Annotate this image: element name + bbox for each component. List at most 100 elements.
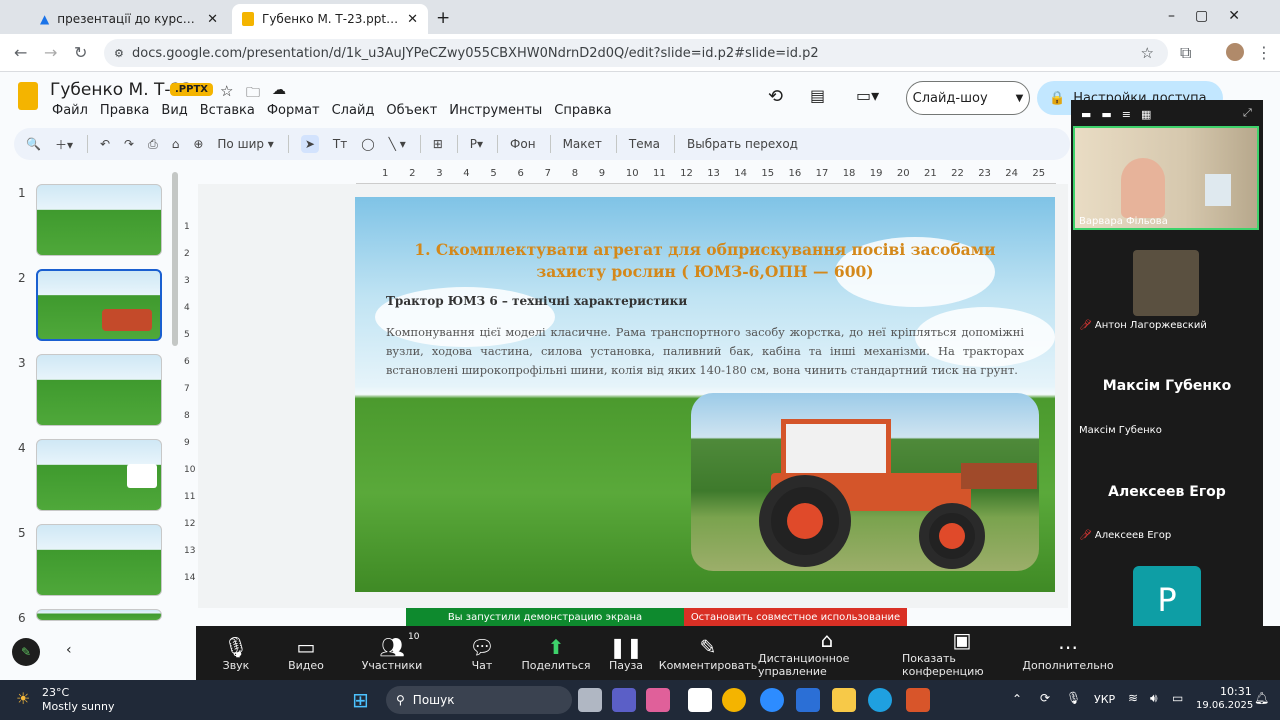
participant-video[interactable]: Варвара Фільова bbox=[1073, 126, 1259, 230]
pause-button[interactable]: ❚❚ Пауза bbox=[586, 626, 666, 680]
paint-format-icon[interactable]: ⌂ bbox=[172, 137, 180, 151]
show-meeting-button[interactable]: ▣ Показать конференцию bbox=[902, 626, 1022, 680]
menu-file[interactable]: Файл bbox=[46, 103, 94, 118]
chat-button[interactable]: 💬︎ Чат bbox=[442, 626, 522, 680]
search-icon[interactable]: 🔍 bbox=[26, 137, 41, 151]
redo-icon[interactable]: ↷ bbox=[124, 137, 134, 151]
sync-icon[interactable]: ⟳ bbox=[1040, 691, 1050, 705]
extensions-icon[interactable]: ⧉ bbox=[1180, 43, 1191, 63]
view-toggle-icons[interactable]: ▬▬≡▦ bbox=[1081, 108, 1161, 121]
stop-share-button[interactable]: Остановить совместное использование bbox=[684, 608, 907, 626]
audio-button[interactable]: 🎙︎ Звук bbox=[196, 626, 276, 680]
layout-button[interactable]: Макет bbox=[563, 137, 602, 151]
language-indicator[interactable]: УКР bbox=[1094, 693, 1115, 706]
profile-avatar[interactable] bbox=[1226, 43, 1244, 61]
teams-icon[interactable] bbox=[612, 688, 636, 712]
slide-thumbnail[interactable] bbox=[36, 524, 162, 596]
comment-add-icon[interactable]: ⊞ bbox=[433, 137, 443, 151]
chevron-up-icon[interactable]: ⌃ bbox=[1012, 692, 1022, 706]
zoom-select[interactable]: По шир ▾ bbox=[217, 137, 273, 151]
volume-icon[interactable]: 🔊︎ bbox=[1150, 691, 1158, 706]
print-icon[interactable]: ⎙ bbox=[148, 137, 158, 152]
palette-icon[interactable]: P▾ bbox=[470, 137, 483, 151]
slides-logo-icon[interactable] bbox=[18, 82, 38, 110]
slide-number: 3 bbox=[18, 356, 26, 370]
meet-icon[interactable]: ▭▾ bbox=[856, 86, 879, 105]
more-button[interactable]: ⋯ Дополнительно bbox=[1022, 626, 1113, 680]
new-tab-button[interactable]: + bbox=[436, 8, 450, 28]
slide-thumbnail[interactable] bbox=[36, 354, 162, 426]
slide-thumbnail[interactable] bbox=[36, 609, 162, 621]
taskbar-search[interactable]: ⚲ Пошук bbox=[386, 686, 572, 714]
zoom-app-icon[interactable] bbox=[760, 688, 784, 712]
more-menu-icon[interactable]: ⋮ bbox=[1256, 43, 1272, 62]
notification-icon[interactable]: 🔔︎ bbox=[1254, 691, 1269, 705]
close-icon[interactable]: ✕ bbox=[407, 12, 418, 27]
star-icon[interactable]: ☆ bbox=[1141, 44, 1154, 62]
back-icon[interactable]: ← bbox=[14, 43, 27, 62]
windows-start-icon[interactable]: ⊞ bbox=[352, 688, 369, 712]
cloud-status-icon[interactable]: ☁ bbox=[272, 82, 286, 98]
history-icon[interactable]: ⟲ bbox=[768, 86, 783, 107]
participants-button[interactable]: 👥︎ Участники bbox=[352, 626, 432, 680]
forward-icon[interactable]: → bbox=[44, 43, 57, 62]
comments-icon[interactable]: ▤ bbox=[810, 86, 825, 105]
star-icon[interactable]: ☆ bbox=[220, 82, 233, 100]
video-button[interactable]: ▭ Видео bbox=[266, 626, 346, 680]
chrome-icon[interactable] bbox=[722, 688, 746, 712]
weather-icon[interactable]: ☀ bbox=[16, 689, 30, 708]
new-slide-icon[interactable]: ＋▾ bbox=[55, 136, 73, 153]
slide-thumbnail[interactable] bbox=[36, 184, 162, 256]
file-explorer-icon[interactable] bbox=[832, 688, 856, 712]
copilot-icon[interactable] bbox=[646, 688, 670, 712]
collapse-icon[interactable]: ‹ bbox=[66, 642, 72, 658]
clock-time[interactable]: 10:31 bbox=[1220, 685, 1252, 698]
annotate-icon[interactable]: ✎ bbox=[12, 638, 40, 666]
task-view-icon[interactable] bbox=[578, 688, 602, 712]
wifi-icon[interactable]: ≋ bbox=[1128, 691, 1138, 705]
expand-icon[interactable]: ⤢ bbox=[1243, 106, 1252, 120]
slide-thumbnail[interactable] bbox=[36, 439, 162, 511]
menu-object[interactable]: Объект bbox=[380, 103, 443, 118]
security-icon[interactable] bbox=[796, 688, 820, 712]
slide-thumbnail[interactable] bbox=[36, 269, 162, 341]
remote-control-button[interactable]: ⌂ Дистанционное управление bbox=[758, 626, 896, 680]
select-cursor-icon[interactable]: ➤ bbox=[300, 135, 319, 153]
clock-date[interactable]: 19.06.2025 bbox=[1196, 700, 1253, 711]
undo-icon[interactable]: ↶ bbox=[100, 137, 110, 151]
tab-gubenko[interactable]: Губенко М. Т-23.pptx - Google ✕ bbox=[232, 4, 428, 34]
menu-help[interactable]: Справка bbox=[548, 103, 617, 118]
transition-button[interactable]: Выбрать переход bbox=[687, 137, 798, 151]
text-box-icon[interactable]: Tт bbox=[333, 137, 347, 151]
menu-edit[interactable]: Правка bbox=[94, 103, 155, 118]
document-app-icon[interactable] bbox=[906, 688, 930, 712]
shape-icon[interactable]: ◯ bbox=[361, 137, 374, 151]
temperature[interactable]: 23°C bbox=[42, 686, 69, 699]
tab-presentations[interactable]: ▲ презентації до курсових групи ✕ bbox=[30, 4, 228, 34]
window-controls[interactable]: –▢✕ bbox=[1168, 8, 1260, 24]
edge-icon[interactable] bbox=[868, 688, 892, 712]
close-icon[interactable]: ✕ bbox=[207, 12, 218, 27]
microphone-tray-icon[interactable]: 🎙︎ bbox=[1066, 691, 1081, 705]
weather-text[interactable]: Mostly sunny bbox=[42, 700, 114, 713]
menu-slide[interactable]: Слайд bbox=[326, 103, 381, 118]
share-button[interactable]: ⬆ Поделиться bbox=[516, 626, 596, 680]
theme-button[interactable]: Тема bbox=[629, 137, 660, 151]
background-button[interactable]: Фон bbox=[510, 137, 536, 151]
chevron-down-icon[interactable]: ▼ bbox=[1016, 93, 1024, 104]
menu-format[interactable]: Формат bbox=[261, 103, 326, 118]
current-slide[interactable]: 1. Скомплектувати агрегат для обприскува… bbox=[355, 197, 1055, 592]
line-icon[interactable]: ╲ ▾ bbox=[389, 137, 406, 151]
filmstrip-scrollbar[interactable] bbox=[172, 172, 178, 346]
menu-insert[interactable]: Вставка bbox=[194, 103, 261, 118]
site-info-icon[interactable]: ⚙ bbox=[114, 47, 124, 60]
url-field[interactable]: ⚙ docs.google.com/presentation/d/1k_u3Au… bbox=[104, 39, 1168, 67]
zoom-icon[interactable]: ⊕ bbox=[193, 137, 203, 151]
annotate-button[interactable]: ✎ Комментировать bbox=[659, 626, 757, 680]
reload-icon[interactable]: ↻ bbox=[74, 43, 87, 62]
store-icon[interactable] bbox=[688, 688, 712, 712]
battery-icon[interactable]: ▭ bbox=[1172, 691, 1183, 705]
menu-view[interactable]: Вид bbox=[155, 103, 193, 118]
menu-tools[interactable]: Инструменты bbox=[443, 103, 548, 118]
slideshow-button[interactable]: Слайд-шоу ▼ bbox=[906, 81, 1030, 115]
